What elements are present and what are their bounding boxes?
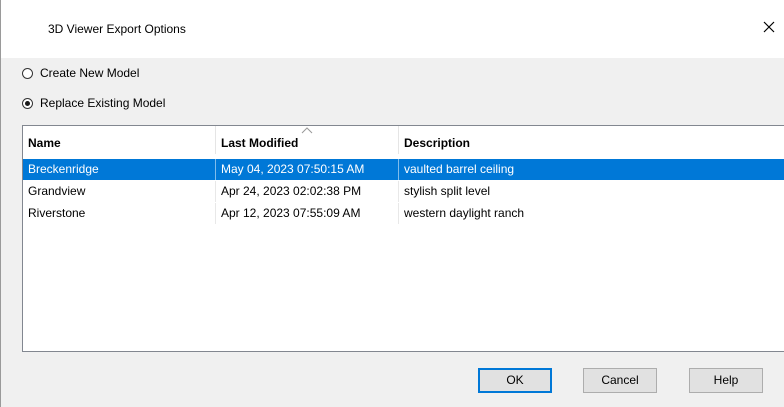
row-name: Riverstone <box>23 203 216 224</box>
row-name: Breckenridge <box>23 159 216 180</box>
sort-ascending-icon <box>301 127 313 134</box>
row-description: stylish split level <box>404 184 491 198</box>
column-header-description[interactable]: Description <box>399 126 784 154</box>
models-list[interactable]: Name Last Modified Description Breckenri… <box>22 125 784 352</box>
export-options-dialog: 3D Viewer Export Options Create New Mode… <box>0 0 784 407</box>
table-row[interactable]: Breckenridge May 04, 2023 07:50:15 AM va… <box>23 159 784 180</box>
dialog-title: 3D Viewer Export Options <box>48 22 186 36</box>
column-header-last-modified[interactable]: Last Modified <box>216 126 399 154</box>
list-header: Name Last Modified Description <box>23 126 784 154</box>
create-new-label: Create New Model <box>40 66 140 80</box>
title-bar: 3D Viewer Export Options <box>1 0 784 58</box>
row-name: Grandview <box>23 181 216 202</box>
create-new-option[interactable]: Create New Model <box>22 66 139 80</box>
replace-existing-label: Replace Existing Model <box>40 96 166 110</box>
table-row[interactable]: Riverstone Apr 12, 2023 07:55:09 AM west… <box>23 203 784 224</box>
close-icon <box>763 21 775 33</box>
table-row[interactable]: Grandview Apr 24, 2023 02:02:38 PM styli… <box>23 181 784 202</box>
row-last-modified: Apr 12, 2023 07:55:09 AM <box>216 203 399 224</box>
row-last-modified: Apr 24, 2023 02:02:38 PM <box>216 181 399 202</box>
row-description: vaulted barrel ceiling <box>404 162 515 176</box>
cancel-button[interactable]: Cancel <box>583 368 657 393</box>
row-description: western daylight ranch <box>404 206 525 220</box>
replace-existing-radio[interactable] <box>22 97 33 109</box>
replace-existing-option[interactable]: Replace Existing Model <box>22 96 165 110</box>
ok-button[interactable]: OK <box>478 368 552 393</box>
help-button[interactable]: Help <box>689 368 763 393</box>
column-header-name[interactable]: Name <box>23 126 216 154</box>
create-new-radio[interactable] <box>22 67 33 79</box>
close-button[interactable] <box>754 12 784 42</box>
row-last-modified: May 04, 2023 07:50:15 AM <box>216 159 399 180</box>
